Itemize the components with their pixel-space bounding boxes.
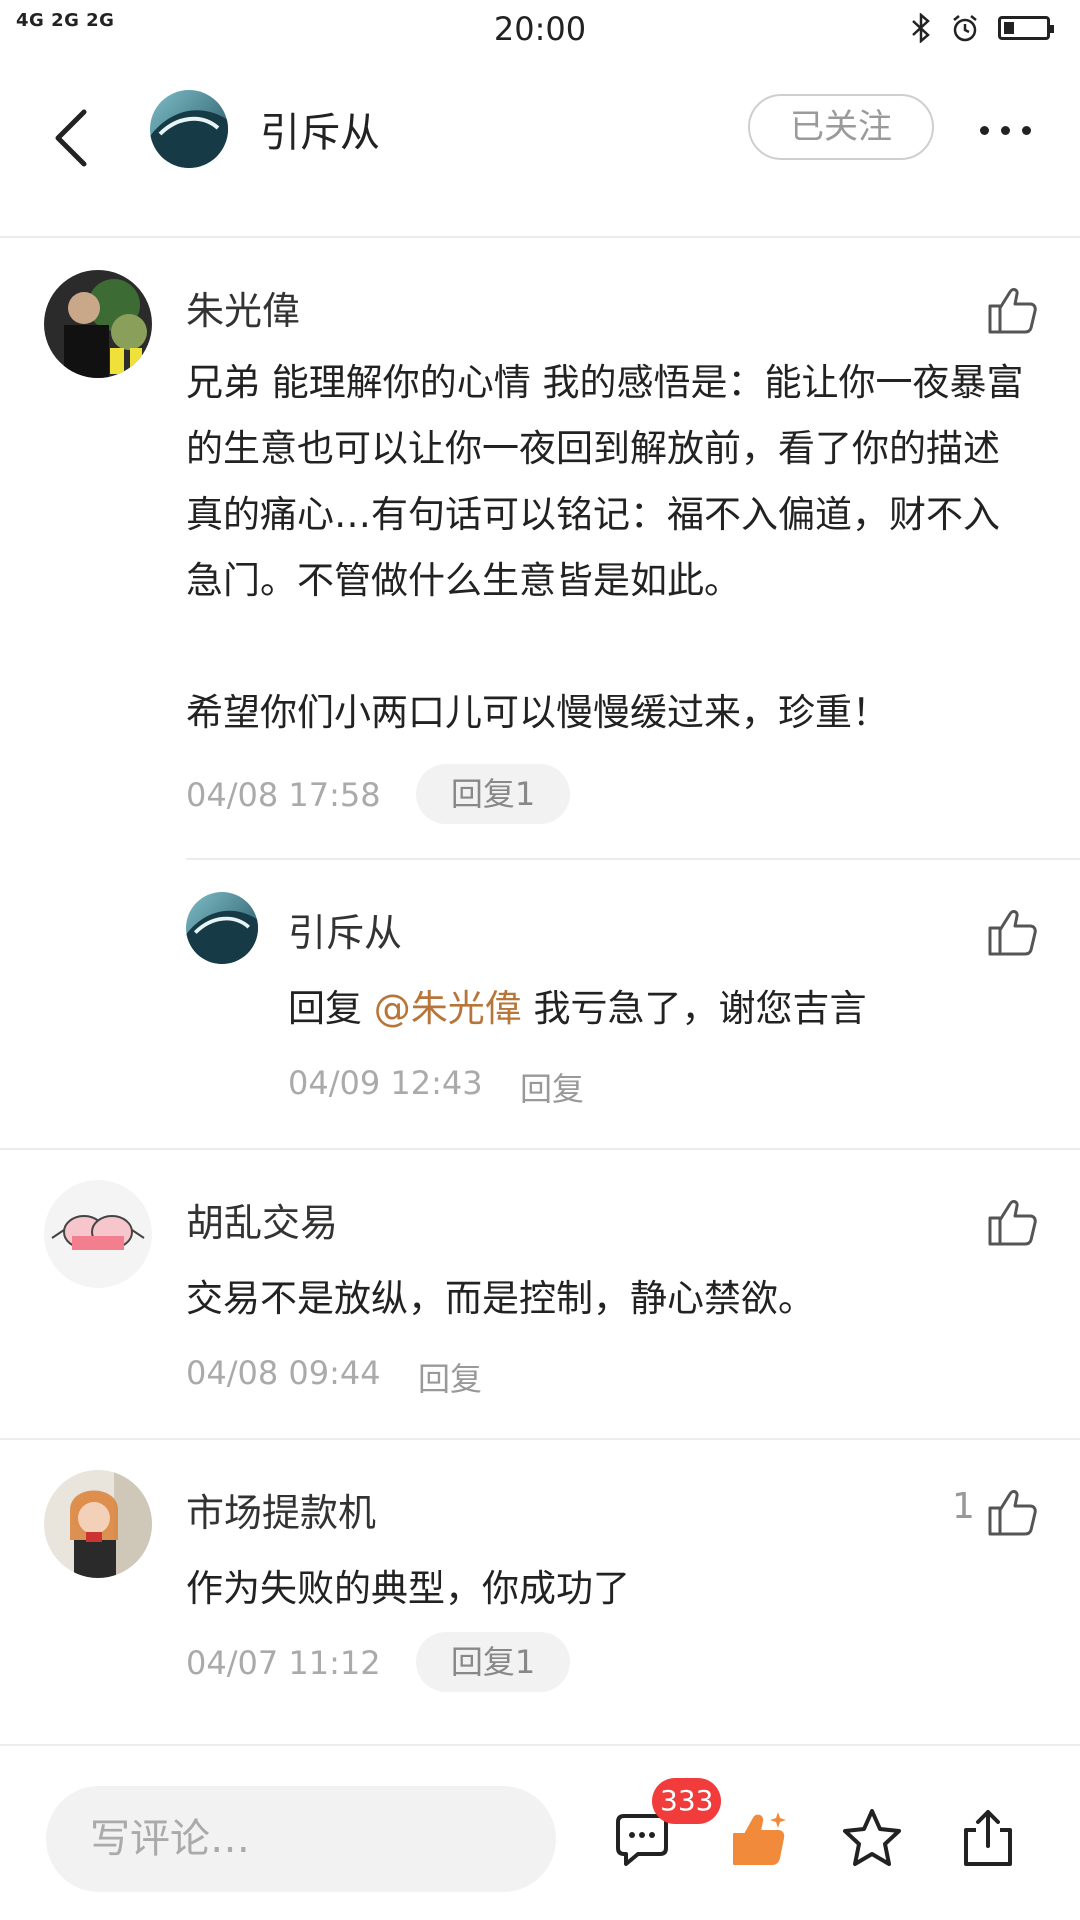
reply-time: 04/09 12:43 [288,1064,483,1102]
like-icon[interactable] [984,904,1040,960]
comment-time: 04/07 11:12 [186,1644,381,1682]
back-button[interactable] [44,98,104,178]
like-icon[interactable] [984,282,1040,338]
reply-button[interactable]: 回复1 [416,1632,570,1692]
reply-button[interactable]: 回复1 [416,764,570,824]
bluetooth-icon [912,13,930,43]
reply-button[interactable]: 回复 [520,1064,584,1110]
bottom-bar: 写评论… 333 [0,1744,1080,1920]
status-bar: 4G 2G 2G 20:00 [0,0,1080,60]
avatar[interactable] [44,270,152,378]
author-name[interactable]: 引斥从 [260,100,380,158]
status-right-icons [910,10,1054,46]
comment-count-badge: 333 [652,1778,722,1824]
star-icon[interactable] [840,1806,904,1870]
like-icon[interactable] [984,1484,1040,1540]
avatar[interactable] [186,892,258,964]
back-icon [55,109,87,167]
comment-text: 兄弟 能理解你的心情 我的感悟是：能让你一夜暴富的生意也可以让你一夜回到解放前，… [186,361,1024,602]
comment-author[interactable]: 朱光偉 [186,280,300,335]
follow-button[interactable]: 已关注 [748,94,934,160]
more-button[interactable] [970,110,1040,150]
battery-icon [998,16,1054,40]
divider [0,1438,1080,1440]
comment-text: 作为失败的典型，你成功了 [186,1567,630,1610]
reply-author[interactable]: 引斥从 [288,902,402,957]
author-avatar[interactable] [150,90,228,168]
alarm-icon [953,15,977,42]
comment-text: 交易不是放纵，而是控制，静心禁欲。 [186,1277,815,1320]
header: 引斥从 已关注 [0,60,1080,238]
mention-link[interactable]: @朱光偉 [374,987,522,1030]
comment-author[interactable]: 胡乱交易 [186,1192,338,1247]
comment-time: 04/08 17:58 [186,776,381,814]
comment-author[interactable]: 市场提款机 [186,1482,376,1537]
more-icon [979,125,989,135]
avatar[interactable] [44,1180,152,1288]
like-icon[interactable] [984,1194,1040,1250]
reply-text: 回复 @朱光偉 我亏急了，谢您吉言 [288,976,1028,1042]
comment-time: 04/08 09:44 [186,1354,381,1392]
battery-fill [1004,22,1014,34]
reply-prefix: 回复 [288,987,374,1030]
comment-input[interactable]: 写评论… [46,1786,556,1892]
divider [0,1148,1080,1150]
comment-text-line2: 希望你们小两口儿可以慢慢缓过来，珍重！ [186,691,889,734]
avatar[interactable] [44,1470,152,1578]
like-icon[interactable] [726,1806,790,1870]
reply-button[interactable]: 回复 [418,1354,482,1400]
reply-body: 我亏急了，谢您吉言 [521,987,867,1030]
share-icon[interactable] [956,1806,1020,1870]
like-count: 1 [952,1486,975,1527]
divider [186,858,1080,860]
